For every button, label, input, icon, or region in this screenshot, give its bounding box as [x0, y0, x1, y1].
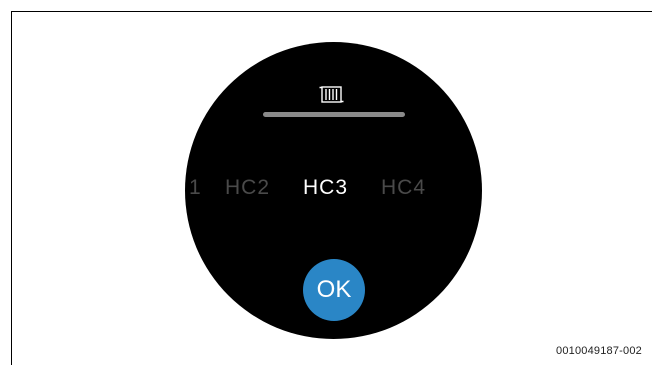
- ok-button[interactable]: OK: [303, 259, 365, 321]
- hc-option-hc2[interactable]: HC2: [225, 173, 270, 203]
- hc-option-hc4[interactable]: HC4: [381, 173, 426, 203]
- figure-id: 0010049187-002: [556, 345, 642, 357]
- hc-option-hc1[interactable]: 1: [189, 173, 202, 203]
- radiator-icon: [319, 86, 344, 103]
- heating-circuit-carousel[interactable]: 1 HC2 HC3 HC4: [185, 173, 482, 203]
- hc-option-hc3[interactable]: HC3: [303, 173, 348, 203]
- progress-bar: [263, 112, 405, 117]
- control-dial: 1 HC2 HC3 HC4 OK: [185, 42, 482, 339]
